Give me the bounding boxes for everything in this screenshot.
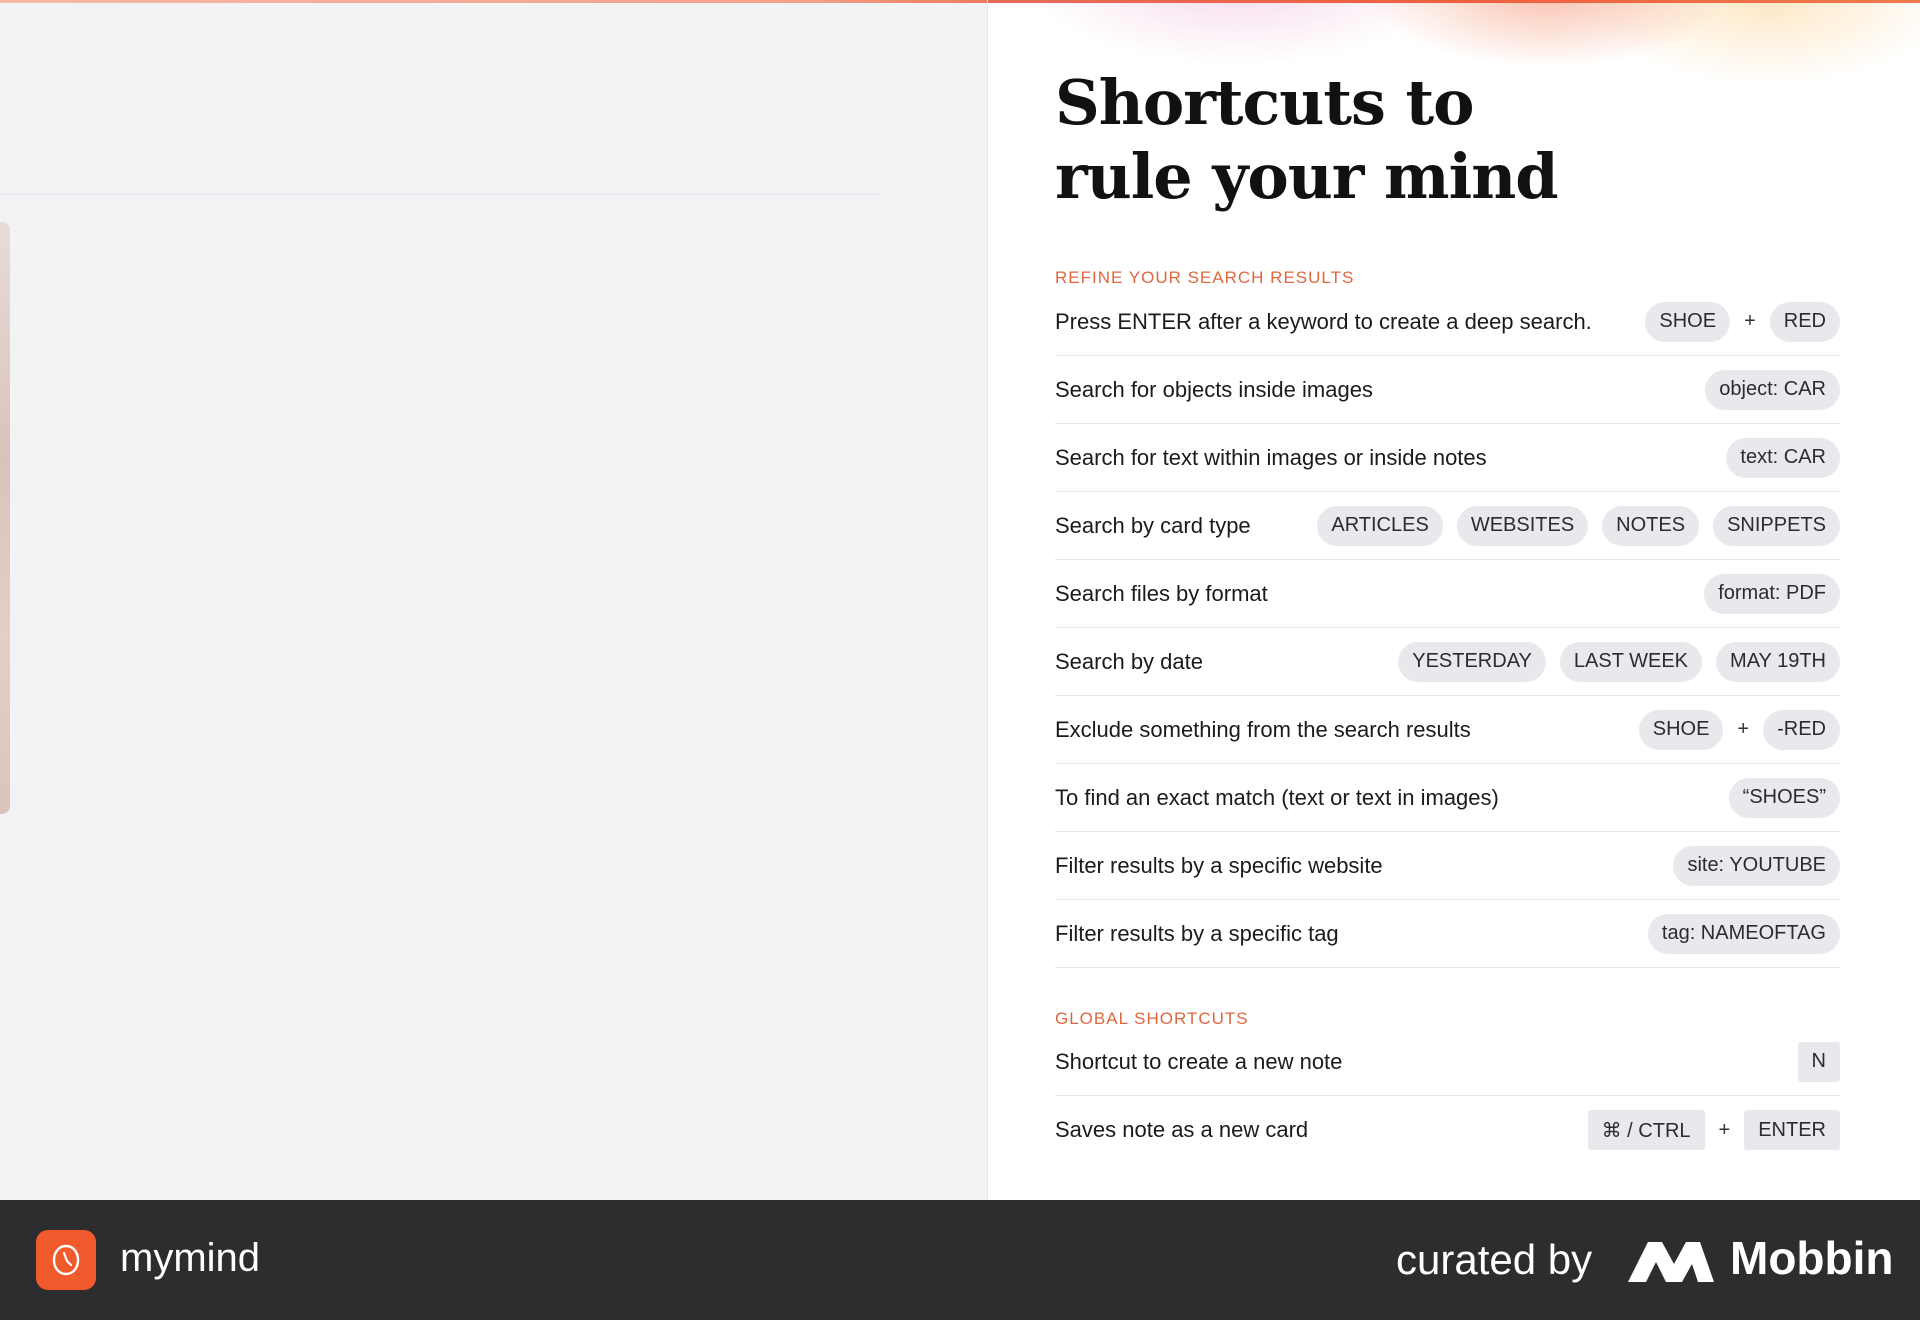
- chip-may-19th[interactable]: MAY 19TH: [1716, 641, 1840, 682]
- title-line-1: Shortcuts to: [1055, 66, 1474, 139]
- shortcut-description: Exclude something from the search result…: [1055, 716, 1471, 742]
- shortcut-row-text: Search for text within images or inside …: [1055, 424, 1840, 492]
- chip-shoe[interactable]: SHOE: [1645, 301, 1731, 342]
- shortcut-row-format: Search files by format format: PDF: [1055, 560, 1840, 628]
- shortcut-keys: ⌘ / CTRL + ENTER: [1587, 1110, 1840, 1150]
- shortcut-chips: object: CAR: [1705, 369, 1840, 410]
- chip-websites[interactable]: WEBSITES: [1456, 505, 1589, 546]
- shortcut-description: Press ENTER after a keyword to create a …: [1055, 308, 1592, 334]
- key-enter: ENTER: [1744, 1110, 1840, 1150]
- shortcuts-panel: Shortcuts to rule your mind REFINE YOUR …: [987, 0, 1920, 1200]
- title-line-2: rule your mind: [1055, 140, 1559, 213]
- shortcut-row-save-note: Saves note as a new card ⌘ / CTRL + ENTE…: [1055, 1096, 1840, 1164]
- background-canvas: [0, 3, 987, 1200]
- shortcut-description: Saves note as a new card: [1055, 1117, 1309, 1142]
- footer-bar: mymind curated by Mobbin: [0, 1200, 1920, 1320]
- mobbin-wordmark: Mobbin: [1730, 1232, 1894, 1284]
- chip-last-week[interactable]: LAST WEEK: [1559, 641, 1703, 682]
- key-cmd-ctrl: ⌘ / CTRL: [1587, 1110, 1705, 1150]
- shortcut-keys: N: [1797, 1041, 1840, 1082]
- shortcut-row-website: Filter results by a specific website sit…: [1055, 832, 1840, 900]
- shortcut-description: Search by card type: [1055, 512, 1251, 538]
- shortcut-description: Search by date: [1055, 648, 1203, 674]
- shortcut-chips: site: YOUTUBE: [1673, 845, 1840, 886]
- shortcut-chips: YESTERDAY LAST WEEK MAY 19TH: [1398, 641, 1840, 682]
- shortcut-row-date: Search by date YESTERDAY LAST WEEK MAY 1…: [1055, 628, 1840, 696]
- chip-notes[interactable]: NOTES: [1602, 505, 1700, 546]
- shortcut-description: Search files by format: [1055, 580, 1268, 606]
- shortcut-description: Filter results by a specific website: [1055, 852, 1383, 878]
- partially-visible-card[interactable]: [0, 222, 10, 814]
- shortcut-description: Search for text within images or inside …: [1055, 444, 1487, 470]
- brand-name: mymind: [120, 1236, 261, 1280]
- chip-red[interactable]: RED: [1769, 301, 1840, 342]
- shortcut-description: Search for objects inside images: [1055, 376, 1373, 402]
- shortcut-description: Filter results by a specific tag: [1055, 920, 1339, 946]
- plus-sign: +: [1744, 310, 1756, 332]
- chip-object-car[interactable]: object: CAR: [1705, 369, 1840, 410]
- chip-yesterday[interactable]: YESTERDAY: [1398, 641, 1546, 682]
- shortcut-chips: tag: NAMEOFTAG: [1647, 913, 1840, 954]
- shortcut-chips: SHOE + RED: [1645, 301, 1840, 342]
- key-n: N: [1797, 1041, 1840, 1082]
- shortcut-chips: format: PDF: [1704, 573, 1840, 614]
- curated-by-label: curated by: [1396, 1236, 1593, 1283]
- section-label-global: GLOBAL SHORTCUTS: [1055, 1009, 1249, 1028]
- shortcut-row-tag: Filter results by a specific tag tag: NA…: [1055, 900, 1840, 968]
- shortcut-row-card-type: Search by card type ARTICLES WEBSITES NO…: [1055, 492, 1840, 560]
- chip-site-youtube[interactable]: site: YOUTUBE: [1673, 845, 1840, 886]
- plus-sign: +: [1737, 718, 1750, 740]
- shortcut-chips: SHOE + -RED: [1638, 709, 1840, 750]
- chip-snippets[interactable]: SNIPPETS: [1713, 505, 1840, 546]
- shortcut-row-new-note: Shortcut to create a new note N: [1055, 1028, 1840, 1096]
- shortcut-chips: text: CAR: [1726, 437, 1840, 478]
- shortcut-description: Shortcut to create a new note: [1055, 1048, 1343, 1074]
- shortcut-row-deep-search: Press ENTER after a keyword to create a …: [1055, 288, 1840, 356]
- chip-shoe[interactable]: SHOE: [1638, 709, 1724, 750]
- shortcut-chips: “SHOES”: [1728, 777, 1840, 818]
- chip-format-pdf[interactable]: format: PDF: [1704, 573, 1840, 614]
- shortcut-chips: ARTICLES WEBSITES NOTES SNIPPETS: [1317, 505, 1840, 546]
- chip-minus-red[interactable]: -RED: [1763, 709, 1840, 750]
- chip-shoes-quoted[interactable]: “SHOES”: [1728, 777, 1840, 818]
- shortcut-row-exact-match: To find an exact match (text or text in …: [1055, 764, 1840, 832]
- page-title: Shortcuts to rule your mind: [1055, 66, 1559, 214]
- panel-top-accent: [988, 0, 1920, 3]
- shortcut-row-objects: Search for objects inside images object:…: [1055, 356, 1840, 424]
- chip-text-car[interactable]: text: CAR: [1726, 437, 1840, 478]
- shortcut-description: To find an exact match (text or text in …: [1055, 784, 1499, 810]
- mymind-logo-icon: [36, 1230, 96, 1290]
- chip-articles[interactable]: ARTICLES: [1317, 505, 1443, 546]
- divider: [0, 194, 880, 195]
- shortcut-row-exclude: Exclude something from the search result…: [1055, 696, 1840, 764]
- section-label-refine: REFINE YOUR SEARCH RESULTS: [1055, 268, 1355, 287]
- mobbin-logo-icon: [1628, 1242, 1714, 1282]
- plus-sign: +: [1718, 1118, 1731, 1141]
- chip-tag-nameoftag[interactable]: tag: NAMEOFTAG: [1647, 913, 1840, 954]
